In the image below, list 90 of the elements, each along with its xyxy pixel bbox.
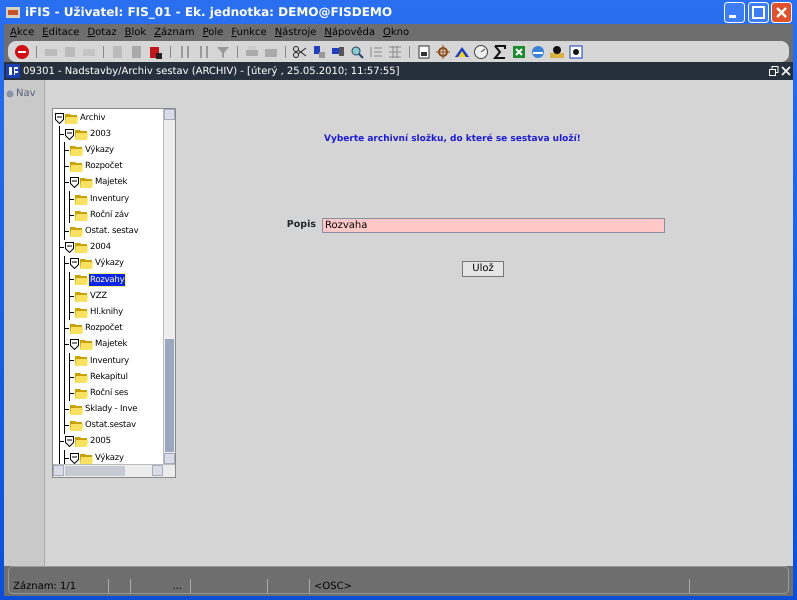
folder-icon [70, 144, 83, 156]
collapse-icon[interactable] [70, 339, 79, 350]
folder-icon [70, 420, 83, 432]
menu-item[interactable]: Okno [379, 25, 414, 40]
folder-icon [70, 323, 83, 334]
tree-item[interactable]: Ostat. sestav [84, 225, 140, 238]
instruction-text: Vyberte archivní složku, do které se sestava uloží! [323, 133, 582, 146]
tree-item[interactable]: Výkazy [94, 452, 125, 464]
nav-icon [6, 90, 14, 98]
folder-icon [75, 372, 88, 383]
tree-item[interactable]: Roční ses [89, 386, 130, 400]
collapse-icon[interactable] [65, 436, 74, 448]
menu-item[interactable]: Záznam [150, 25, 199, 40]
tree-item[interactable]: VZZ [89, 290, 108, 303]
save-button[interactable]: Ulož [462, 260, 504, 276]
folder-icon [75, 306, 88, 318]
tree-item[interactable]: Roční záv [89, 208, 130, 222]
menu-item[interactable]: Nástroje [270, 25, 320, 40]
zoom-icon[interactable] [349, 44, 365, 60]
tree-item[interactable]: 2003 [89, 128, 112, 141]
field-label: Popis [286, 218, 316, 232]
menu-item[interactable]: Akce [6, 25, 38, 40]
collapse-icon[interactable] [70, 258, 79, 270]
folder-icon [80, 258, 93, 270]
collapse-icon[interactable] [70, 177, 79, 188]
restore-icon[interactable] [768, 66, 778, 76]
collapse-icon[interactable] [65, 128, 74, 140]
gauge-icon[interactable] [473, 44, 489, 60]
app-icon [5, 4, 21, 20]
menu-item[interactable]: Funkce [227, 25, 271, 40]
sigma-icon[interactable] [492, 44, 508, 60]
folder-icon [65, 112, 78, 124]
folder-icon [80, 339, 93, 350]
collapse-icon[interactable] [65, 242, 74, 254]
tree-item[interactable]: Sklady - Inve [84, 403, 138, 416]
menu-item[interactable]: Blok [120, 25, 150, 40]
tree-item[interactable]: Rekapitul [89, 370, 129, 384]
tree-item[interactable]: Ostat.sestav [84, 419, 137, 432]
close-button[interactable] [771, 2, 792, 22]
collapse-icon[interactable] [55, 112, 64, 124]
folder-icon [70, 161, 83, 172]
description-field[interactable]: Rozvaha [322, 218, 665, 232]
folder-icon [80, 177, 93, 188]
window-title: iFIS - Uživatel: FIS_01 - Ek. jednotka: DEMO@FISDEMO [25, 4, 392, 21]
folder-icon [75, 436, 88, 448]
tree-item[interactable]: Výkazy [84, 144, 115, 157]
tree-item[interactable]: Archiv [79, 112, 106, 124]
minimize-button[interactable] [724, 2, 745, 22]
calculator-icon[interactable] [416, 44, 432, 60]
folder-icon [75, 355, 88, 366]
folder-icon [75, 274, 88, 286]
scissors-icon[interactable] [292, 44, 308, 60]
tree-item[interactable]: Majetek [94, 338, 128, 352]
folder-icon [75, 128, 88, 140]
status-text: ... [131, 579, 191, 593]
collapse-icon[interactable] [70, 452, 79, 464]
folder-icon [70, 404, 83, 415]
exit-icon[interactable] [14, 44, 30, 60]
tree-item[interactable]: 2004 [89, 241, 112, 254]
tree-item[interactable]: Rozpočet [84, 160, 124, 174]
horizontal-scrollbar[interactable] [53, 464, 175, 477]
tree-item[interactable]: Výkazy [94, 257, 125, 270]
tree-item[interactable]: Inventury [89, 192, 130, 206]
menu-item[interactable]: Editace [38, 25, 84, 40]
folder-icon [75, 242, 88, 254]
app-logo-icon [6, 64, 20, 78]
tree-item[interactable]: Rozpočet [84, 322, 124, 335]
copy-icon[interactable] [311, 44, 327, 60]
vertical-scrollbar[interactable] [163, 109, 175, 464]
tree-item[interactable]: 2005 [89, 435, 112, 448]
folder-icon [80, 452, 93, 464]
menu-item[interactable]: Pole [198, 25, 228, 40]
status-text: Záznam: 1/1 [9, 579, 109, 593]
folder-icon [70, 226, 83, 237]
folder-icon [75, 290, 88, 302]
maximize-button[interactable] [748, 2, 768, 22]
status-text: <OSC> [310, 579, 690, 593]
close-icon[interactable] [781, 66, 791, 76]
folder-icon [75, 210, 88, 221]
folder-icon [75, 388, 88, 399]
menu-item[interactable]: Dotaz [83, 25, 121, 40]
menu-item[interactable]: Nápověda [320, 25, 379, 40]
spreadsheet-icon[interactable] [511, 44, 527, 60]
tree-item[interactable]: Hl.knihy [89, 306, 124, 319]
tree-item[interactable]: Rozvahy [89, 274, 126, 286]
tree-item[interactable]: Inventury [89, 354, 130, 368]
tree-item[interactable]: Majetek [94, 176, 128, 190]
wheel-icon[interactable] [435, 44, 451, 60]
frame-title: 09301 - Nadstavby/Archiv sestav (ARCHIV) - [úterý , 25.05.2010; 11:57:55] [23, 64, 400, 78]
folder-icon [75, 194, 88, 205]
